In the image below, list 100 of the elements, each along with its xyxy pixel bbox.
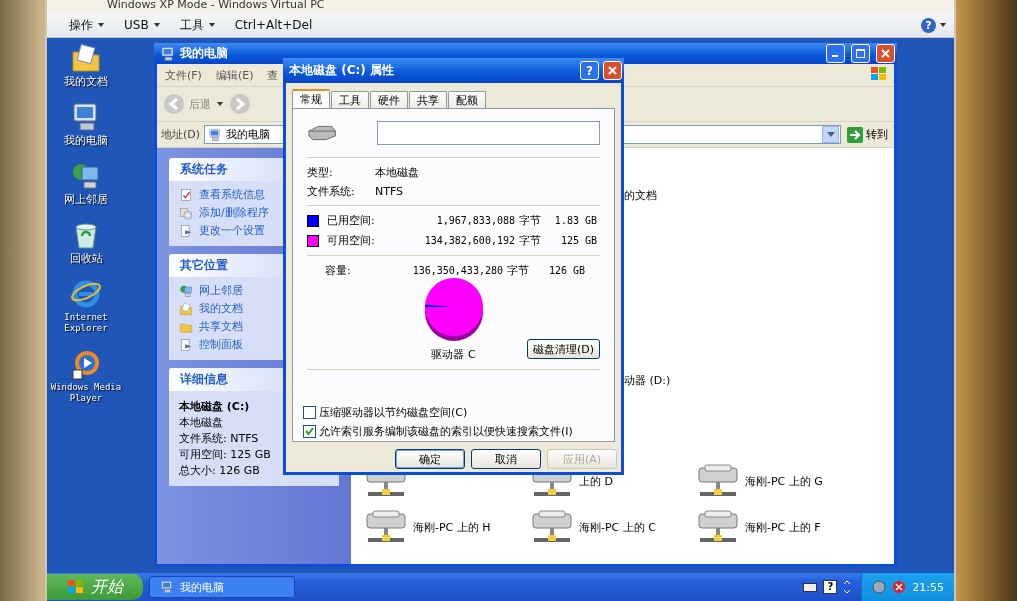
taskbar-button[interactable]: 我的电脑 [149,576,295,598]
property-value: NTFS [375,184,404,198]
menu-item[interactable]: 编辑(E) [215,67,254,83]
hard-drive-icon [307,125,338,141]
dropdown-arrow-icon[interactable] [826,132,835,137]
cd-box-icon [179,205,193,220]
disk-cleanup-button[interactable]: 磁盘清理(D) [526,339,600,359]
tray-arrows-icon[interactable] [843,580,852,594]
close-icon [608,66,617,75]
item-label[interactable]: 动器 (D:) [624,373,894,388]
menu-item[interactable]: 工具 [179,16,215,34]
computer-icon [160,580,174,594]
tab[interactable]: 工具 [331,91,369,108]
desktop-icon-label[interactable]: Windows Media Player [48,382,124,404]
size-value: 125 GB [559,235,597,246]
task-link[interactable]: 共享文档 [179,319,339,334]
window-title: 本地磁盘 (C:) 属性 [289,62,395,79]
desktop-icon-label[interactable]: Internet Explorer [48,312,124,334]
property-label: 文件系统: [307,183,356,199]
drive-label[interactable]: 海刚-PC 上的 G [745,473,823,489]
network-computer-icon [179,283,193,298]
byte-count: 1,967,833,088 [435,215,515,226]
menu-item[interactable]: 操作 [69,16,104,34]
desktop-icon-label[interactable]: 我的文档 [48,76,124,87]
network-drive-icon[interactable] [697,509,739,545]
details-text: 总大小: 126 GB [179,463,260,478]
tab[interactable]: 共享 [409,91,447,108]
byte-count: 134,382,600,192 [423,235,515,246]
document-check-icon [179,187,193,202]
tab[interactable]: 硬件 [370,91,408,108]
menu-item[interactable]: Ctrl+Alt+Del [234,18,313,32]
close-button[interactable] [603,61,622,80]
property-label: 类型: [307,164,334,180]
item-label[interactable]: 的文档 [624,188,894,203]
network-drive-icon[interactable] [365,509,407,545]
checkbox[interactable] [303,425,316,438]
window-title: Windows XP Mode - Windows Virtual PC [106,0,326,13]
media-player-icon [70,348,102,380]
address-label: 地址(D) [161,127,201,142]
desktop-icon-label[interactable]: 回收站 [48,253,124,264]
window-title: 我的电脑 [180,45,229,62]
tab[interactable]: 配额 [448,91,486,108]
network-status-icon[interactable] [872,580,887,594]
dialog-button[interactable]: 确定 [395,449,465,469]
minimize-button[interactable] [826,44,845,63]
drive-label[interactable]: 海刚-PC 上的 H [413,519,491,535]
go-button[interactable]: 转到 [845,126,890,143]
unit-label: 字节 [506,263,530,278]
task-link[interactable]: 我的文档 [179,301,339,316]
caret-icon[interactable] [940,23,946,27]
network-drive-icon[interactable] [531,509,573,545]
details-text: 本地磁盘 [179,415,223,430]
control-panel-icon [179,223,193,238]
unit-label: 字节 [518,233,542,248]
drive-label[interactable]: 上的 D [579,473,613,489]
clock: 21:55 [912,580,944,594]
byte-count: 136,350,433,280 [411,265,503,276]
close-button[interactable] [876,44,895,63]
folder-document-icon [70,42,102,74]
windows-flag-icon [870,65,888,82]
space-label: 可用空间: [327,233,376,248]
drive-caption: 驱动器 C [431,347,476,362]
computer-icon [160,45,176,62]
tab[interactable]: 常规 [292,89,330,108]
property-value: 本地磁盘 [375,164,419,180]
close-icon [881,49,890,58]
details-text: 可用空间: 125 GB [179,447,271,462]
help-button[interactable]: ? [921,17,936,33]
dialog-button[interactable]: 取消 [471,449,541,469]
network-drive-icon[interactable] [697,463,739,499]
help-tray-icon[interactable]: ? [823,580,838,594]
control-panel-icon [179,337,193,352]
drive-label[interactable]: 海刚-PC 上的 C [579,519,656,535]
name-field[interactable] [377,121,600,145]
menu-item[interactable]: 查 [267,67,279,83]
checkbox-option[interactable]: 允许索引服务编制该磁盘的索引以便快速搜索文件(I) [303,424,600,439]
maximize-icon [856,49,865,58]
keyboard-icon[interactable] [803,582,818,592]
checkbox[interactable] [303,406,316,419]
caret-icon[interactable] [217,102,223,106]
help-button[interactable]: ? [580,61,599,80]
security-alert-icon[interactable] [892,580,907,594]
details-text: 文件系统: NTFS [179,431,259,446]
drive-label[interactable]: 海刚-PC 上的 F [745,519,821,535]
maximize-button[interactable] [851,44,870,63]
browser-e-icon [70,278,102,310]
task-link[interactable]: 网上邻居 [179,283,339,298]
details-text: 本地磁盘 (C:) [179,399,250,414]
folder-document-icon [179,301,193,316]
size-value: 126 GB [547,265,585,276]
menu-item[interactable]: USB [124,18,160,32]
computer-icon [208,127,223,142]
checkbox-option[interactable]: 压缩驱动器以节约磁盘空间(C) [303,405,600,420]
go-arrow-icon [847,126,863,143]
unit-label: 字节 [518,213,542,228]
desktop-icon-label[interactable]: 我的电脑 [48,135,124,146]
size-value: 1.83 GB [553,215,597,226]
desktop-icon-label[interactable]: 网上邻居 [48,194,124,205]
task-link[interactable]: 控制面板 [179,337,339,352]
menu-item[interactable]: 文件(F) [165,67,202,83]
